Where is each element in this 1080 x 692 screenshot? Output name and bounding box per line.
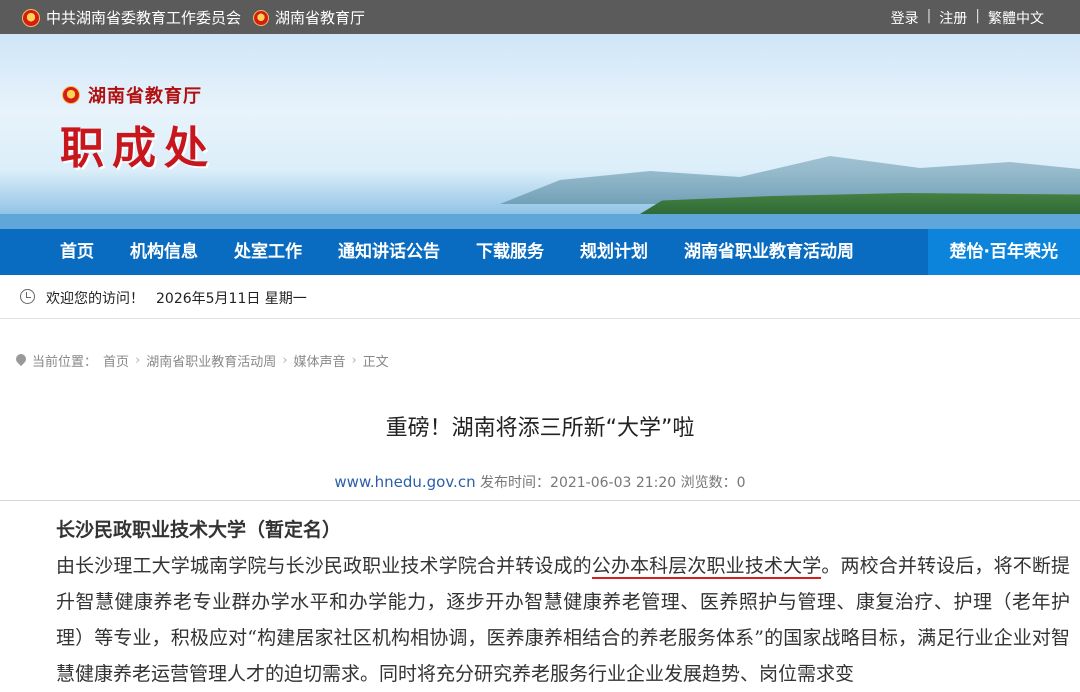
breadcrumb: 当前位置： 首页 › 湖南省职业教育活动周 › 媒体声音 › 正文 (16, 351, 389, 370)
article-meta: www.hnedu.gov.cn 发布时间：2021-06-03 21:20 浏… (0, 472, 1080, 492)
chevron-right-icon: › (135, 353, 141, 368)
chevron-right-icon: › (282, 353, 288, 368)
top-bar: 中共湖南省委教育工作委员会 湖南省教育厅 登录 | 注册 | 繁體中文 (0, 0, 1080, 34)
register-link[interactable]: 注册 (939, 8, 967, 28)
main-nav: 首页 机构信息 处室工作 通知讲话公告 下载服务 规划计划 湖南省职业教育活动周… (0, 229, 1080, 275)
nav-home[interactable]: 首页 (0, 229, 112, 275)
nav-downloads[interactable]: 下载服务 (458, 229, 562, 275)
nav-notices[interactable]: 通知讲话公告 (320, 229, 458, 275)
divider (0, 500, 1080, 501)
article-title: 重磅！湖南将添三所新“大学”啦 (385, 416, 695, 441)
view-count: 浏览数：0 (680, 475, 746, 491)
nav-vocational-week[interactable]: 湖南省职业教育活动周 (666, 229, 872, 275)
breadcrumb-label: 当前位置： (32, 355, 98, 370)
header-banner: 湖南省教育厅 职成处 (0, 34, 1080, 229)
para-text: 由长沙理工大学城南学院与长沙民政职业技术学院合并转设成的 (56, 555, 592, 577)
separator: | (926, 8, 932, 24)
clock-icon (20, 289, 35, 304)
article-body: 长沙民政职业技术大学（暂定名） 由长沙理工大学城南学院与长沙民政职业技术学院合并… (14, 512, 1070, 692)
nav-chuyi[interactable]: 楚怡·百年荣光 (927, 229, 1080, 275)
article-paragraph: 由长沙理工大学城南学院与长沙民政职业技术学院合并转设成的公办本科层次职业技术大学… (14, 548, 1070, 692)
national-emblem-icon (253, 9, 270, 26)
org-links: 中共湖南省委教育工作委员会 湖南省教育厅 (22, 7, 365, 28)
welcome-bar: 欢迎您的访问！ 2026年5月11日 星期一 (0, 275, 1080, 319)
org-link-party[interactable]: 中共湖南省委教育工作委员会 (46, 7, 241, 28)
traditional-chinese-link[interactable]: 繁體中文 (988, 8, 1044, 28)
banner-water (0, 214, 1080, 229)
login-link[interactable]: 登录 (891, 8, 919, 28)
party-emblem-icon (22, 8, 40, 27)
current-date: 2026年5月11日 星期一 (156, 291, 307, 307)
highlighted-phrase: 公办本科层次职业技术大学 (591, 555, 822, 579)
nav-plans[interactable]: 规划计划 (562, 229, 666, 275)
brand-logo[interactable]: 湖南省教育厅 (62, 82, 202, 108)
national-emblem-icon (62, 86, 80, 104)
nav-office-work[interactable]: 处室工作 (216, 229, 320, 275)
brand-dept: 湖南省教育厅 (88, 86, 202, 107)
nav-org-info[interactable]: 机构信息 (112, 229, 216, 275)
source-site[interactable]: www.hnedu.gov.cn (334, 473, 475, 491)
welcome-text: 欢迎您的访问！ (46, 291, 144, 307)
breadcrumb-home[interactable]: 首页 (103, 351, 129, 370)
separator: | (975, 8, 980, 24)
brand-office: 职成处 (60, 123, 216, 174)
publish-time: 发布时间：2021-06-03 21:20 (480, 475, 677, 491)
user-links: 登录 | 注册 | 繁體中文 (891, 8, 1044, 28)
article-subtitle: 长沙民政职业技术大学（暂定名） (56, 519, 342, 541)
chevron-right-icon: › (351, 353, 357, 368)
breadcrumb-current: 正文 (362, 355, 389, 370)
org-link-edu[interactable]: 湖南省教育厅 (275, 7, 365, 28)
breadcrumb-vocational-week[interactable]: 湖南省职业教育活动周 (146, 351, 276, 370)
breadcrumb-media[interactable]: 媒体声音 (293, 351, 345, 370)
location-pin-icon (16, 354, 26, 367)
